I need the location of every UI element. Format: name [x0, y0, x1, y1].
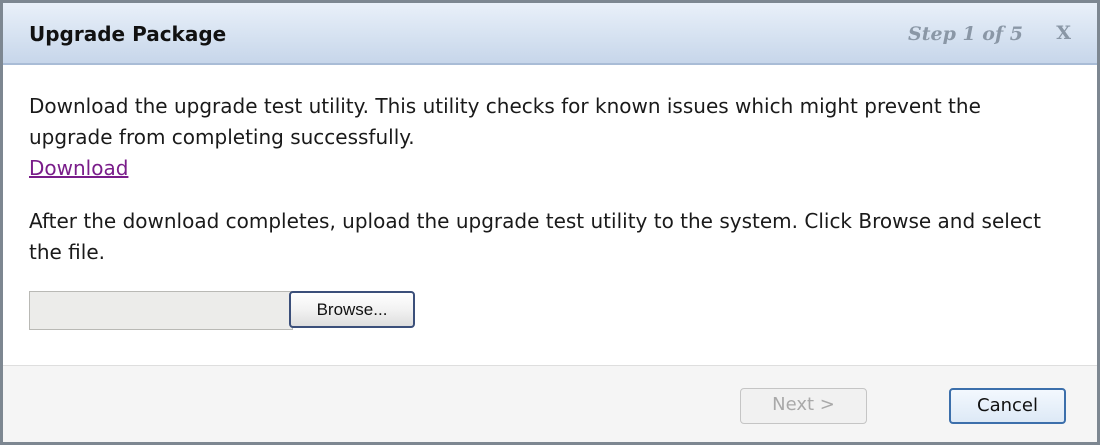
- dialog-body: Download the upgrade test utility. This …: [29, 91, 1069, 268]
- browse-button[interactable]: Browse...: [289, 291, 415, 328]
- dialog-title: Upgrade Package: [29, 22, 227, 46]
- dialog-footer: Next > Cancel: [3, 365, 1097, 442]
- next-button[interactable]: Next >: [740, 388, 867, 424]
- upload-instructions-text: After the download completes, upload the…: [29, 209, 1041, 264]
- dialog-titlebar: Upgrade Package Step 1 of 5 X: [3, 3, 1097, 65]
- download-instructions-text: Download the upgrade test utility. This …: [29, 94, 981, 149]
- upgrade-package-dialog: Upgrade Package Step 1 of 5 X Download t…: [0, 0, 1100, 445]
- download-link[interactable]: Download: [29, 156, 128, 180]
- close-icon[interactable]: X: [1056, 22, 1071, 44]
- step-indicator: Step 1 of 5: [907, 23, 1023, 45]
- cancel-button[interactable]: Cancel: [949, 388, 1066, 424]
- instructions-download: Download the upgrade test utility. This …: [29, 91, 1069, 184]
- file-path-input[interactable]: [29, 291, 293, 330]
